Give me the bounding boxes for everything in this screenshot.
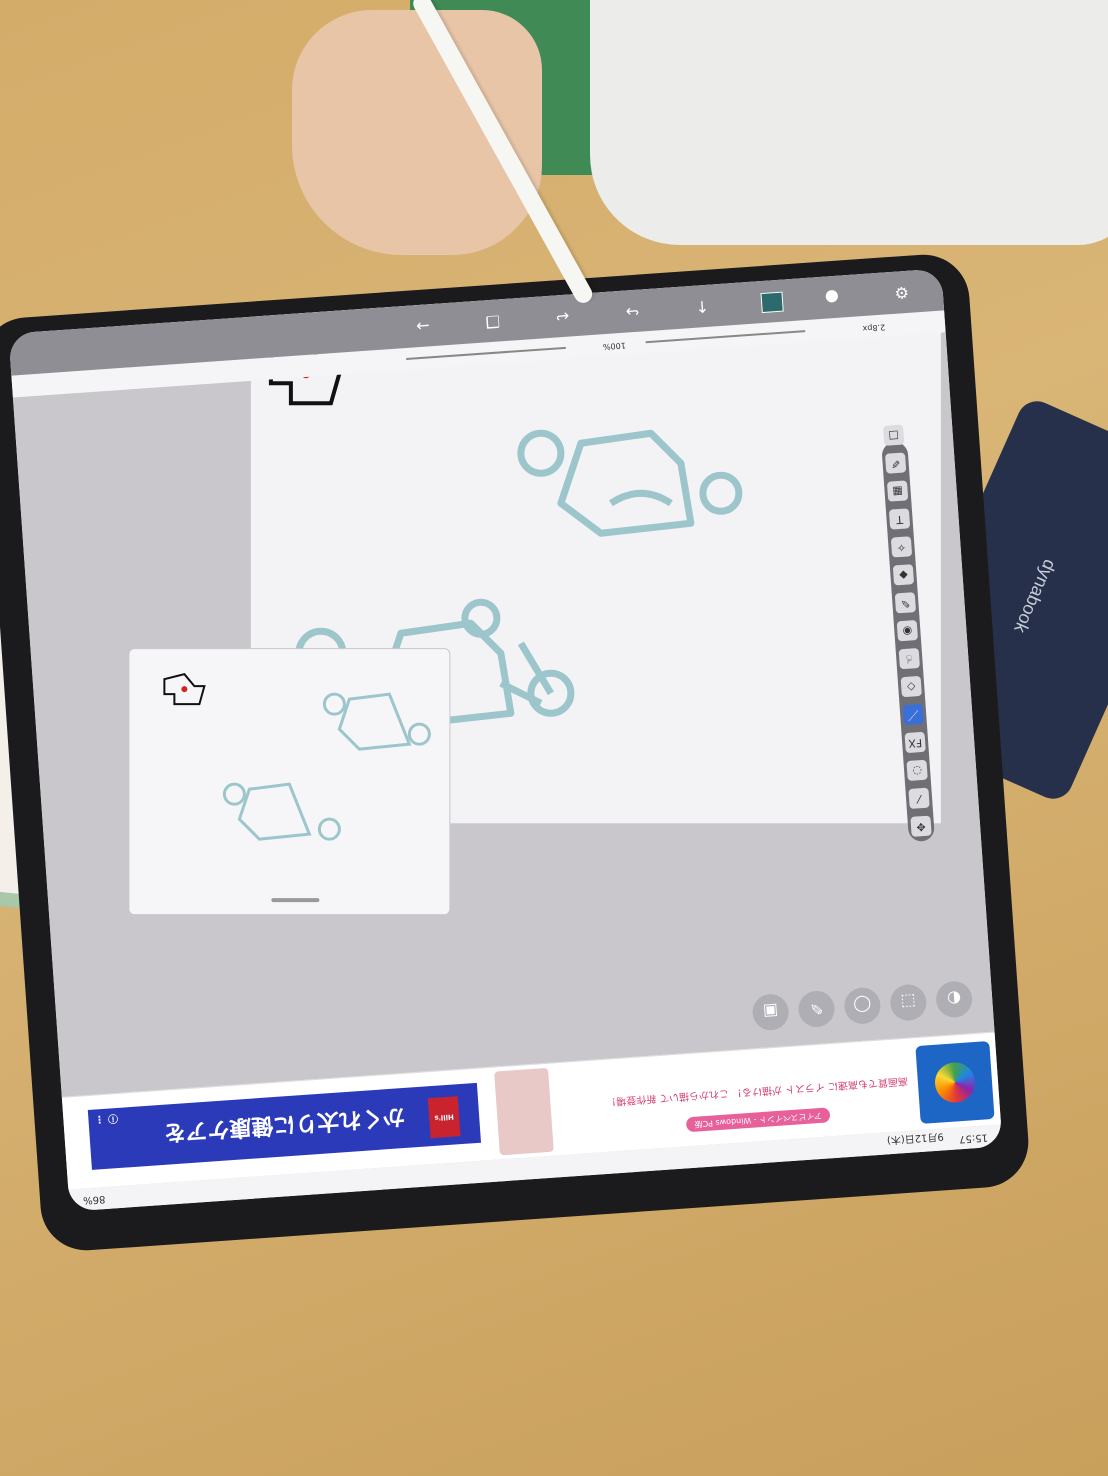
color-wheel-logo-icon: [933, 1061, 977, 1104]
brush-icon[interactable]: ⁄: [908, 787, 930, 809]
layer-icon[interactable]: ❐: [481, 309, 504, 332]
lasso-icon[interactable]: ◯: [843, 986, 882, 1025]
pen-icon[interactable]: ／: [902, 703, 924, 726]
ad-promo[interactable]: アイビスペイント - Windows PC版 高画質でも高速に イラスト が描け…: [556, 1047, 910, 1141]
ad-hills-text: かくれ太りに健康ケアを: [162, 1102, 406, 1145]
eraser-icon[interactable]: ◇: [900, 675, 922, 698]
export-icon[interactable]: ↑: [690, 294, 713, 317]
robot-sketch-wheel: [517, 429, 565, 477]
canvas-area[interactable]: ✥ ⁄ ◌ FX ／ ◇ ☝ ◉ ✎ ◆ ✧ T ▦ ✐ □: [11, 303, 990, 1032]
fill-icon[interactable]: ◆: [892, 564, 915, 586]
magic-wand-icon[interactable]: ✧: [890, 536, 913, 558]
robot-sketch-wheel: [699, 471, 743, 515]
ibis-paint-logo-icon[interactable]: [915, 1040, 995, 1124]
hills-logo: Hill's: [427, 1096, 461, 1139]
robot-sketch-body-2: [557, 429, 695, 537]
color-swatch[interactable]: [760, 291, 784, 314]
ruler-icon[interactable]: ✐: [884, 452, 907, 474]
undo-icon[interactable]: ↩: [551, 304, 574, 327]
navigator-window[interactable]: [128, 648, 451, 916]
move-icon[interactable]: ✥: [910, 815, 932, 837]
brush-size-slider[interactable]: [645, 330, 806, 344]
navigator-preview: [163, 673, 431, 841]
tablet: 15:57 9月12日(木) 86% アイビスペイント - Windows PC…: [8, 268, 1003, 1212]
opacity-slider[interactable]: [406, 346, 566, 360]
blur-icon[interactable]: ◉: [896, 620, 919, 642]
smudge-icon[interactable]: ☝: [898, 647, 920, 670]
redo-icon[interactable]: ↪: [621, 299, 644, 322]
ad-tag: アイビスペイント - Windows PC版: [686, 1107, 831, 1133]
back-icon[interactable]: →: [411, 314, 434, 337]
status-time: 15:57: [958, 1131, 989, 1145]
settings-icon[interactable]: ⚙: [890, 281, 913, 304]
status-date: 9月12日(木): [886, 1130, 945, 1146]
gallery-icon[interactable]: ▣: [751, 992, 790, 1032]
ad-headline: 高画質でも高速に イラスト が描ける！ これから描いて 新作登場！: [605, 1074, 909, 1107]
brush-size-value: 2.8px: [862, 322, 886, 334]
filter-icon[interactable]: FX: [904, 731, 926, 754]
lasso-tool-icon[interactable]: ◌: [906, 759, 928, 782]
shirt: [590, 0, 1108, 245]
canvas-icon[interactable]: □: [883, 424, 905, 446]
eyedropper-icon[interactable]: ✎: [894, 592, 917, 614]
info-icon[interactable]: ⓘ ⋮: [94, 1112, 118, 1129]
layer-settings-icon[interactable]: ◐: [934, 980, 974, 1019]
color-wheel-icon[interactable]: ●: [820, 285, 843, 308]
navigator-handle[interactable]: [271, 898, 320, 903]
text-icon[interactable]: T: [888, 508, 911, 530]
person: [30, 0, 1108, 260]
edit-icon[interactable]: ✎: [797, 989, 836, 1029]
laptop-logo: dynabook: [1010, 556, 1061, 636]
ad-hills[interactable]: Hill's かくれ太りに健康ケアを ⓘ ⋮: [87, 1082, 482, 1170]
frame-icon[interactable]: ▦: [886, 480, 909, 502]
selection-icon[interactable]: ⬚: [889, 983, 928, 1022]
robot-sketch-face: [608, 489, 673, 507]
opacity-value: 100%: [602, 340, 627, 352]
status-battery: 86%: [82, 1193, 106, 1206]
tablet-screen: 15:57 9月12日(木) 86% アイビスペイント - Windows PC…: [8, 268, 1003, 1212]
ad-illustration[interactable]: [494, 1067, 554, 1156]
